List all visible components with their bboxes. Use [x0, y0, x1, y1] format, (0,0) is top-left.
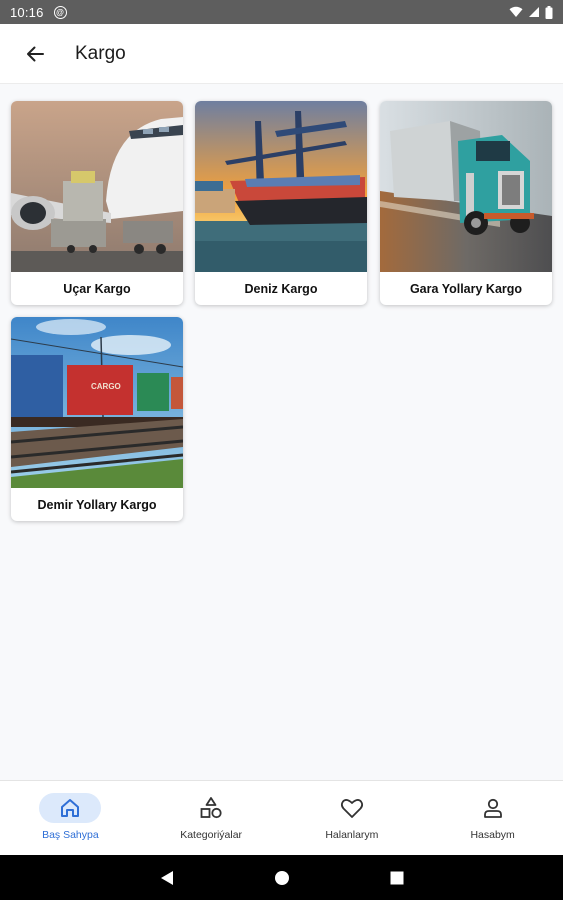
- heart-icon: [340, 799, 363, 818]
- system-navigation-bar: [0, 855, 563, 900]
- truck-cargo-image: [380, 101, 552, 272]
- category-label: Gara Yollary Kargo: [409, 281, 523, 296]
- category-label: Deniz Kargo: [244, 281, 318, 296]
- shapes-icon: [200, 797, 222, 819]
- person-icon: [483, 798, 502, 818]
- nav-item-home[interactable]: Baş Sahypa: [0, 781, 141, 855]
- train-cargo-image: CARGO: [11, 317, 183, 488]
- nav-item-categories[interactable]: Kategoriýalar: [141, 781, 282, 855]
- nav-item-favorites[interactable]: Halanlarym: [282, 781, 423, 855]
- status-bar: 10:16 @: [0, 0, 563, 24]
- system-home-icon[interactable]: [274, 870, 290, 886]
- system-recents-icon[interactable]: [390, 871, 404, 885]
- page-title: Kargo: [75, 42, 126, 64]
- nav-label-categories: Kategoriýalar: [180, 829, 243, 841]
- nav-label-favorites: Halanlarym: [325, 829, 379, 841]
- bottom-navigation: Baş Sahypa Kategoriýalar Halanlarym Hasa…: [0, 780, 563, 855]
- back-button[interactable]: [15, 34, 55, 74]
- airplane-cargo-image: [11, 101, 183, 272]
- ship-cargo-image: [195, 101, 367, 272]
- notification-icon: @: [53, 5, 67, 19]
- home-icon: [61, 799, 80, 817]
- wifi-icon: [509, 6, 523, 17]
- category-card-air[interactable]: Uçar Kargo: [11, 101, 183, 305]
- category-grid: Uçar Kargo Deniz Kargo Gara Yollary Karg…: [0, 85, 563, 780]
- category-card-sea[interactable]: Deniz Kargo: [195, 101, 367, 305]
- system-back-icon[interactable]: [160, 870, 174, 886]
- category-label: Uçar Kargo: [63, 281, 131, 296]
- nav-item-account[interactable]: Hasabym: [422, 781, 563, 855]
- category-label: Demir Yollary Kargo: [37, 497, 157, 512]
- container-text: CARGO: [91, 382, 121, 391]
- signal-icon: [529, 7, 539, 17]
- nav-label-account: Hasabym: [470, 829, 515, 841]
- app-bar: Kargo: [0, 24, 563, 84]
- battery-icon: [545, 5, 553, 19]
- nav-active-indicator: [39, 793, 102, 823]
- arrow-back-icon: [27, 46, 44, 61]
- status-time: 10:16: [10, 4, 44, 20]
- category-card-road[interactable]: Gara Yollary Kargo: [380, 101, 552, 305]
- category-card-rail[interactable]: CARGO Demir Yollary Kargo: [11, 317, 183, 521]
- nav-label-home: Baş Sahypa: [42, 829, 99, 841]
